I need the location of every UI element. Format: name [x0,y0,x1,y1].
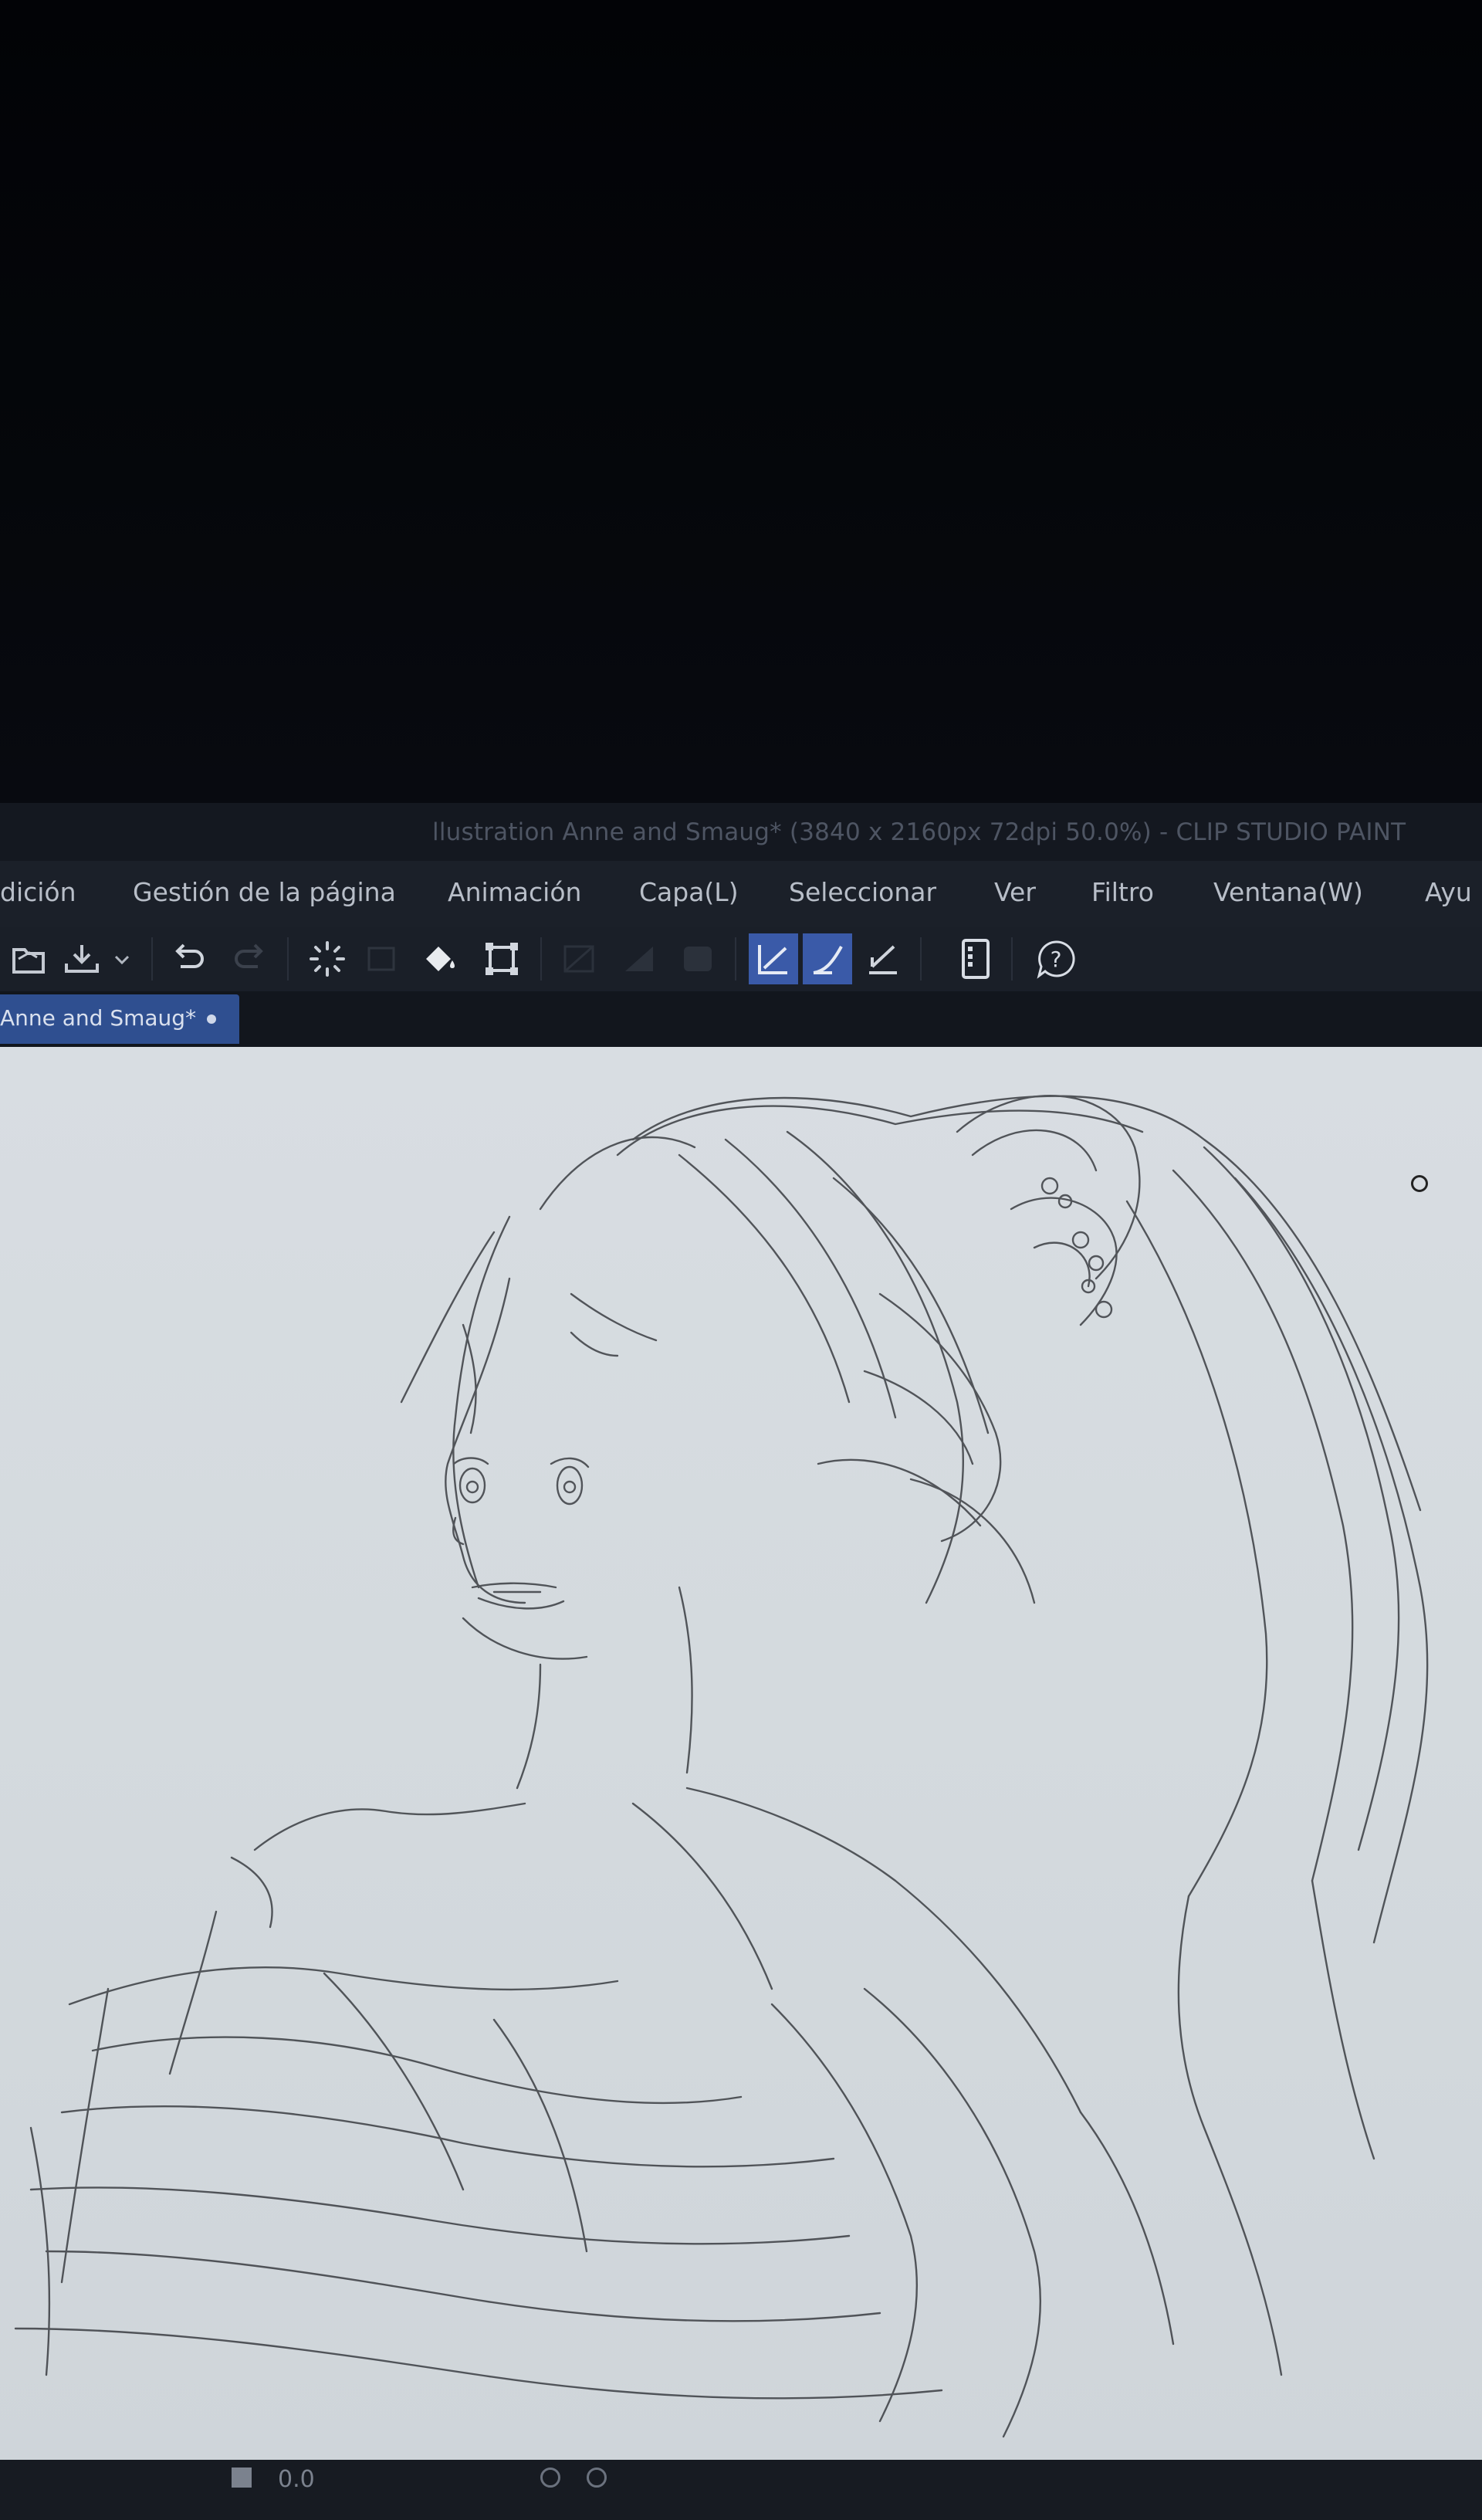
menu-page-management[interactable]: Gestión de la página [133,877,396,907]
redo-icon[interactable] [224,933,273,984]
menu-edit[interactable]: dición [0,877,76,907]
clear-icon[interactable] [357,933,406,984]
menu-view[interactable]: Ver [994,877,1036,907]
menu-select[interactable]: Seleccionar [789,877,936,907]
monitor-bezel [0,0,1482,803]
toolbar-separator [1011,937,1013,981]
menu-layer[interactable]: Capa(L) [639,877,739,907]
pen-stroke-icon[interactable] [803,933,852,984]
pen-correction-icon[interactable] [858,933,908,984]
help-icon[interactable]: ? [1031,933,1081,984]
zoom-readout: 0.0 [278,2466,315,2493]
menu-help[interactable]: Ayu [1425,877,1472,907]
menu-window[interactable]: Ventana(W) [1213,877,1363,907]
menu-animation[interactable]: Animación [448,877,581,907]
clear-layer-icon[interactable] [554,933,604,984]
fill-selection-icon[interactable] [614,933,664,984]
rotate-reset-icon[interactable] [587,2468,607,2488]
toolbar-separator [287,937,289,981]
loading-spinner-icon[interactable] [303,933,352,984]
invert-icon[interactable] [673,933,722,984]
brush-cursor [1411,1175,1428,1192]
window-title: llustration Anne and Smaug* (3840 x 2160… [432,818,1406,846]
save-icon[interactable] [57,933,107,984]
status-bar [0,2460,1482,2520]
open-file-icon[interactable] [5,933,54,984]
transform-icon[interactable] [477,933,526,984]
command-bar [0,927,1482,991]
toolbar-separator [151,937,153,981]
toolbar-separator [735,937,736,981]
pen-pressure-icon[interactable] [749,933,798,984]
document-tab-label: Anne and Smaug* [0,1005,197,1031]
sketch-drawing [14,1094,1429,2438]
toolbar-separator [920,937,922,981]
fill-bucket-icon[interactable] [417,933,466,984]
stop-icon[interactable] [232,2468,252,2488]
rotate-icon[interactable] [540,2468,560,2488]
dropdown-chevron-icon[interactable] [108,933,136,984]
toolbar-separator [540,937,542,981]
tab-close-icon[interactable] [207,1014,216,1024]
menu-filter[interactable]: Filtro [1091,877,1154,907]
undo-icon[interactable] [165,933,215,984]
svg-text:?: ? [1051,947,1062,972]
tablet-icon[interactable] [951,933,1000,984]
